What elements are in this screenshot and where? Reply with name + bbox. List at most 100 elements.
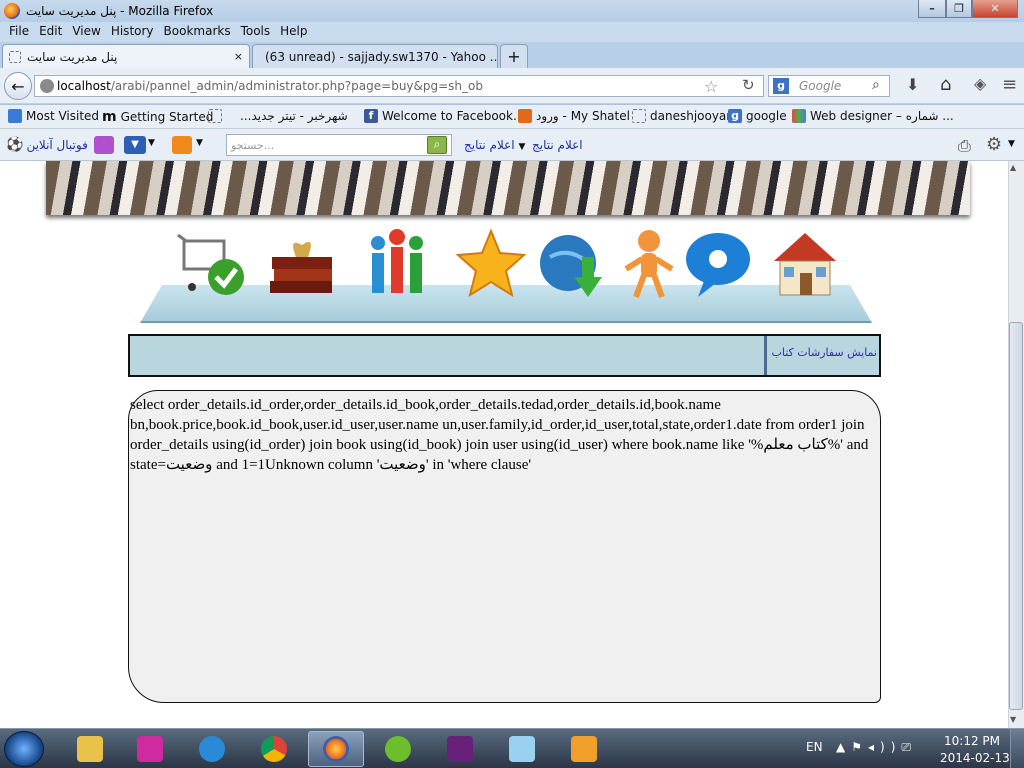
winamp-icon bbox=[137, 736, 163, 762]
webdesigner-icon bbox=[792, 109, 806, 123]
menu-tools[interactable]: Tools bbox=[236, 22, 276, 42]
bookmark-getting-started[interactable]: m Getting Started bbox=[102, 109, 213, 125]
globe-download-icon[interactable] bbox=[538, 227, 608, 303]
bookmark-label: daneshjooyar bbox=[650, 109, 732, 123]
rss-icon[interactable] bbox=[172, 136, 192, 154]
taskbar-ie[interactable] bbox=[184, 731, 240, 767]
results-link[interactable]: اعلام نتایج bbox=[532, 138, 583, 152]
addon-toolbar: ⚽ فوتبال آنلاین ▼ ▼ ▼ جستجو... ⌕ اعلام نت… bbox=[0, 129, 1024, 161]
menu-view[interactable]: View bbox=[67, 22, 105, 42]
bookmark-google[interactable]: g google bbox=[728, 109, 787, 123]
football-label: فوتبال آنلاین bbox=[26, 138, 88, 152]
taskbar-dreamweaver[interactable] bbox=[370, 731, 426, 767]
menu-icon[interactable]: ≡ bbox=[1002, 74, 1017, 95]
tray-icons[interactable]: ▲⚑◂))⎚ bbox=[836, 740, 917, 755]
taskbar-visual-studio[interactable] bbox=[432, 731, 488, 767]
scroll-up-icon[interactable]: ▲ bbox=[1010, 163, 1016, 172]
football-link[interactable]: ⚽ فوتبال آنلاین bbox=[6, 137, 88, 153]
chat-bubble-icon[interactable] bbox=[682, 227, 752, 303]
bookmark-shahrekhabar[interactable]: ...شهرخبر - تیتر جدید bbox=[208, 109, 348, 123]
taskbar-pasha[interactable] bbox=[556, 731, 612, 767]
taskbar-notepad[interactable] bbox=[494, 731, 550, 767]
link-icon[interactable] bbox=[94, 136, 114, 154]
url-bar[interactable]: localhost/arabi/pannel_admin/administrat… bbox=[34, 75, 764, 97]
minimize-button[interactable]: – bbox=[918, 0, 946, 18]
taskbar-chrome[interactable] bbox=[246, 731, 302, 767]
dropdown-icon[interactable]: ▼ bbox=[124, 136, 146, 154]
bookmark-most-visited[interactable]: Most Visited bbox=[8, 109, 99, 123]
taskbar-firefox[interactable] bbox=[308, 731, 364, 767]
menu-edit[interactable]: Edit bbox=[34, 22, 67, 42]
windows-taskbar: EN ▲⚑◂))⎚ 10:12 PM 2014-02-13 bbox=[0, 728, 1024, 768]
chevron-down-icon[interactable]: ▼ bbox=[196, 138, 203, 148]
bookmark-shatel[interactable]: ورود - My Shatel bbox=[518, 109, 630, 123]
toolbar-search-button[interactable]: ⌕ bbox=[427, 136, 447, 154]
scroll-down-icon[interactable]: ▼ bbox=[1010, 715, 1016, 724]
tab-label: (63 unread) - sajjady.sw1370 - Yahoo ... bbox=[265, 49, 498, 64]
arrow-left-icon: ← bbox=[11, 76, 25, 96]
facebook-icon: f bbox=[364, 109, 378, 123]
menu-bookmarks[interactable]: Bookmarks bbox=[159, 22, 236, 42]
page-icon bbox=[9, 50, 21, 63]
chevron-down-icon[interactable]: ▼ bbox=[1008, 139, 1015, 149]
firefox-icon bbox=[4, 3, 20, 19]
google-icon: g bbox=[728, 109, 742, 123]
new-tab-button[interactable]: + bbox=[500, 44, 528, 68]
gear-icon[interactable]: ⚙ bbox=[986, 134, 1002, 155]
page-viewport: نمایش سفارشات کتاب select order_details.… bbox=[0, 161, 1008, 728]
toolbar-settings-icon[interactable]: ⎙ bbox=[958, 136, 971, 156]
extension-icon[interactable]: ◈ bbox=[974, 74, 986, 93]
show-desktop-button[interactable] bbox=[1010, 729, 1024, 768]
tab-strip: پنل مدیریت سایت × (63 unread) - sajjady.… bbox=[0, 42, 1024, 68]
home-icon[interactable]: ⌂ bbox=[940, 74, 951, 95]
bookmark-facebook[interactable]: f Welcome to Facebook... bbox=[364, 109, 524, 123]
start-button[interactable] bbox=[4, 731, 44, 767]
person-icon[interactable] bbox=[614, 227, 684, 303]
chrome-icon bbox=[261, 736, 287, 762]
taskbar-explorer[interactable] bbox=[62, 731, 118, 767]
menu-help[interactable]: Help bbox=[275, 22, 312, 42]
clock-time[interactable]: 10:12 PM bbox=[944, 734, 1000, 748]
section-title-bar: نمایش سفارشات کتاب bbox=[128, 334, 881, 377]
menu-history[interactable]: History bbox=[106, 22, 159, 42]
clock-date[interactable]: 2014-02-13 bbox=[940, 751, 1010, 765]
menu-file[interactable]: File bbox=[4, 22, 34, 42]
back-button[interactable]: ← bbox=[4, 72, 32, 100]
menu-bar: File Edit View History Bookmarks Tools H… bbox=[0, 22, 1024, 42]
scrollbar-thumb[interactable] bbox=[1009, 322, 1023, 710]
soccer-ball-icon: ⚽ bbox=[6, 137, 24, 153]
taskbar-winamp[interactable] bbox=[122, 731, 178, 767]
tab-yahoo-mail[interactable]: (63 unread) - sajjady.sw1370 - Yahoo ...… bbox=[252, 44, 498, 68]
home-icon[interactable] bbox=[770, 227, 840, 303]
bookmark-star-icon[interactable]: ☆ bbox=[704, 77, 718, 96]
results-menu[interactable]: اعلام نتایج ▼ bbox=[464, 138, 525, 152]
bookmarks-bar: Most Visited m Getting Started ...شهرخبر … bbox=[0, 105, 1024, 129]
sql-error-message: select order_details.id_order,order_deta… bbox=[128, 390, 881, 703]
bookmark-web-designer[interactable]: Web designer – شماره ... bbox=[792, 109, 954, 123]
search-icon[interactable]: ⌕ bbox=[872, 77, 880, 93]
cart-check-icon[interactable] bbox=[174, 227, 244, 303]
books-icon[interactable] bbox=[268, 227, 338, 303]
ie-icon bbox=[199, 736, 225, 762]
google-search-engine-icon[interactable]: g bbox=[773, 78, 789, 94]
close-button[interactable]: ✕ bbox=[972, 0, 1018, 18]
tab-admin-panel[interactable]: پنل مدیریت سایت × bbox=[2, 44, 250, 68]
chevron-down-icon[interactable]: ▼ bbox=[148, 138, 155, 148]
users-group-icon[interactable] bbox=[362, 227, 432, 303]
chevron-down-icon: ▼ bbox=[518, 142, 526, 152]
language-indicator[interactable]: EN bbox=[806, 740, 823, 754]
tab-label: پنل مدیریت سایت bbox=[27, 49, 118, 64]
tab-close-icon[interactable]: × bbox=[234, 50, 243, 63]
maximize-button[interactable]: ❐ bbox=[946, 0, 972, 18]
header-banner-image bbox=[46, 161, 970, 215]
globe-icon bbox=[40, 79, 54, 93]
bookmark-label: Welcome to Facebook... bbox=[382, 109, 525, 123]
bookmark-daneshjooyar[interactable]: daneshjooyar bbox=[632, 109, 731, 123]
reload-icon[interactable]: ↻ bbox=[742, 76, 755, 94]
toolbar-search-input[interactable]: جستجو... bbox=[226, 134, 452, 156]
visual-studio-icon bbox=[447, 736, 473, 762]
window-title-bar: پنل مدیریت سایت - Mozilla Firefox – ❐ ✕ bbox=[0, 0, 1024, 22]
url-host: localhost bbox=[57, 79, 111, 93]
star-icon[interactable] bbox=[456, 227, 526, 303]
download-icon[interactable]: ⬇ bbox=[906, 75, 919, 94]
